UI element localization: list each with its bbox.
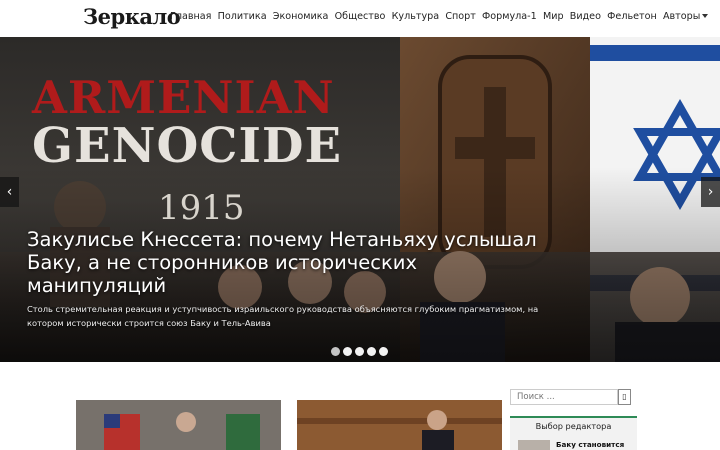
nav-item-home[interactable]: Главная (170, 10, 211, 24)
site-header: Зеркало Главная Политика Экономика Общес… (0, 0, 720, 37)
nav-item-feuilleton[interactable]: Фельетон (607, 10, 657, 24)
slider-dot[interactable] (331, 347, 340, 356)
slider-dot[interactable] (379, 347, 388, 356)
hero-subtitle: Столь стремительная реакция и уступчивос… (27, 304, 539, 328)
hero-slider[interactable]: ARMENIAN GENOCIDE 1915 Закулисье Кнессет… (0, 37, 720, 362)
next-slide-button[interactable]: › (701, 177, 720, 207)
slider-dot[interactable] (343, 347, 352, 356)
nav-item-society[interactable]: Общество (335, 10, 386, 24)
nav-item-formula1[interactable]: Формула-1 (482, 10, 537, 24)
slider-dot[interactable] (367, 347, 376, 356)
search-input[interactable] (510, 389, 618, 405)
nav-item-authors[interactable]: Авторы (662, 10, 709, 24)
news-card-image (76, 400, 281, 450)
hero-headline[interactable]: Закулисье Кнессета: почему Нетаньяху усл… (27, 228, 547, 297)
nav-item-world[interactable]: Мир (543, 10, 564, 24)
editors-choice-thumbnail[interactable] (518, 440, 550, 450)
news-card-image (297, 400, 502, 450)
news-card-thumbnail[interactable] (297, 400, 502, 450)
slider-dot[interactable] (355, 347, 364, 356)
main-nav: Главная Политика Экономика Общество Куль… (170, 10, 714, 24)
nav-item-sport[interactable]: Спорт (445, 10, 476, 24)
editors-choice-widget: Выбор редактора Баку становится (510, 416, 637, 450)
editors-choice-title: Выбор редактора (535, 421, 612, 431)
slider-dots (331, 347, 388, 356)
search-button[interactable]: ▯ (618, 389, 631, 405)
nav-item-economy[interactable]: Экономика (273, 10, 329, 24)
site-logo[interactable]: Зеркало (83, 3, 181, 31)
editors-choice-item[interactable]: Баку становится (556, 440, 624, 449)
poster-title-line2: GENOCIDE (32, 118, 343, 174)
nav-item-video[interactable]: Видео (570, 10, 601, 24)
chevron-down-icon (702, 14, 709, 18)
prev-slide-button[interactable]: ‹ (0, 177, 19, 207)
poster-title-line1: ARMENIAN (32, 71, 335, 124)
nav-item-culture[interactable]: Культура (392, 10, 440, 24)
news-card-thumbnail[interactable] (76, 400, 281, 450)
nav-item-politics[interactable]: Политика (218, 10, 267, 24)
poster-year: 1915 (158, 188, 245, 228)
nav-item-authors-label: Авторы (662, 11, 701, 22)
